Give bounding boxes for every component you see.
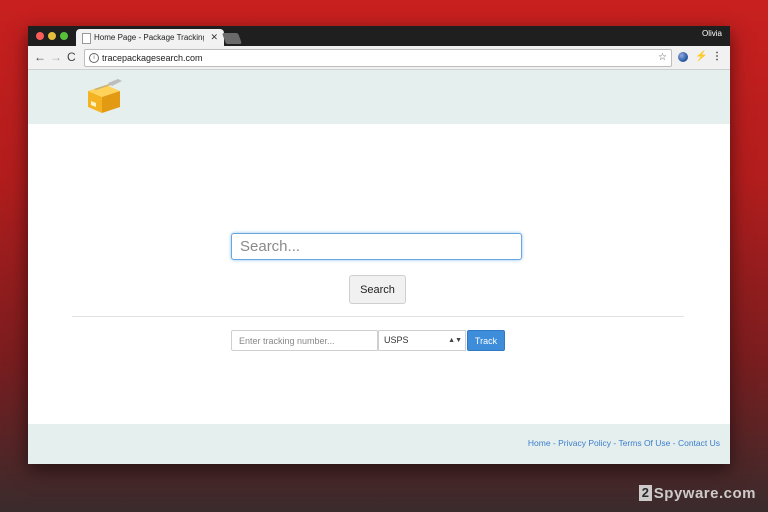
tab-title: Home Page - Package Tracking (94, 33, 204, 42)
footer-separator: - (550, 438, 559, 448)
track-button[interactable]: Track (467, 330, 505, 351)
tracking-number-input[interactable] (231, 330, 378, 351)
address-bar[interactable]: i tracepackagesearch.com ☆ (84, 49, 672, 67)
forward-arrow-icon[interactable]: → (50, 50, 62, 64)
profile-name[interactable]: Olivia (702, 29, 722, 38)
tab-bar: Home Page - Package Tracking ✕ Olivia (28, 26, 730, 46)
site-header (28, 70, 730, 124)
footer-link-privacy-policy[interactable]: Privacy Policy (558, 438, 611, 448)
package-logo-icon[interactable] (82, 77, 126, 117)
close-window-button[interactable] (36, 32, 44, 40)
reload-icon[interactable]: C (67, 50, 76, 64)
tab-home-page[interactable]: Home Page - Package Tracking ✕ (76, 29, 224, 46)
bookmark-star-icon[interactable]: ☆ (658, 50, 667, 66)
page-content: Search USPS ▲▼ Track Home - Privacy Poli… (28, 70, 730, 464)
extension-globe-icon[interactable] (678, 52, 688, 62)
search-input[interactable] (231, 233, 522, 260)
info-icon[interactable]: i (89, 53, 99, 63)
browser-window: Home Page - Package Tracking ✕ Olivia ← … (28, 26, 730, 464)
tab-close-icon[interactable]: ✕ (210, 29, 218, 46)
watermark-logo-icon: 2 (638, 485, 652, 501)
watermark-text: Spyware.com (653, 485, 756, 502)
page-favicon-icon (82, 33, 91, 44)
footer-link-contact-us[interactable]: Contact Us (678, 438, 720, 448)
carrier-selected-value: USPS (384, 335, 409, 345)
footer-link-terms-of-use[interactable]: Terms Of Use (618, 438, 670, 448)
minimize-window-button[interactable] (48, 32, 56, 40)
divider (72, 316, 684, 317)
site-footer: Home - Privacy Policy - Terms Of Use - C… (28, 424, 730, 464)
url-text[interactable]: tracepackagesearch.com (102, 50, 203, 66)
browser-toolbar: ← → C i tracepackagesearch.com ☆ ⚡ ⋮ (28, 46, 730, 70)
footer-links: Home - Privacy Policy - Terms Of Use - C… (528, 438, 720, 448)
menu-icon[interactable]: ⋮ (712, 50, 722, 64)
new-tab-button[interactable] (221, 33, 243, 44)
watermark: 2 Spyware.com (638, 485, 756, 502)
maximize-window-button[interactable] (60, 32, 68, 40)
back-arrow-icon[interactable]: ← (34, 50, 46, 64)
select-arrows-icon: ▲▼ (448, 337, 462, 344)
search-button[interactable]: Search (349, 275, 406, 304)
footer-link-home[interactable]: Home (528, 438, 551, 448)
footer-separator: - (670, 438, 678, 448)
extension-icon[interactable]: ⚡ (695, 50, 707, 64)
carrier-select[interactable]: USPS ▲▼ (378, 330, 466, 351)
